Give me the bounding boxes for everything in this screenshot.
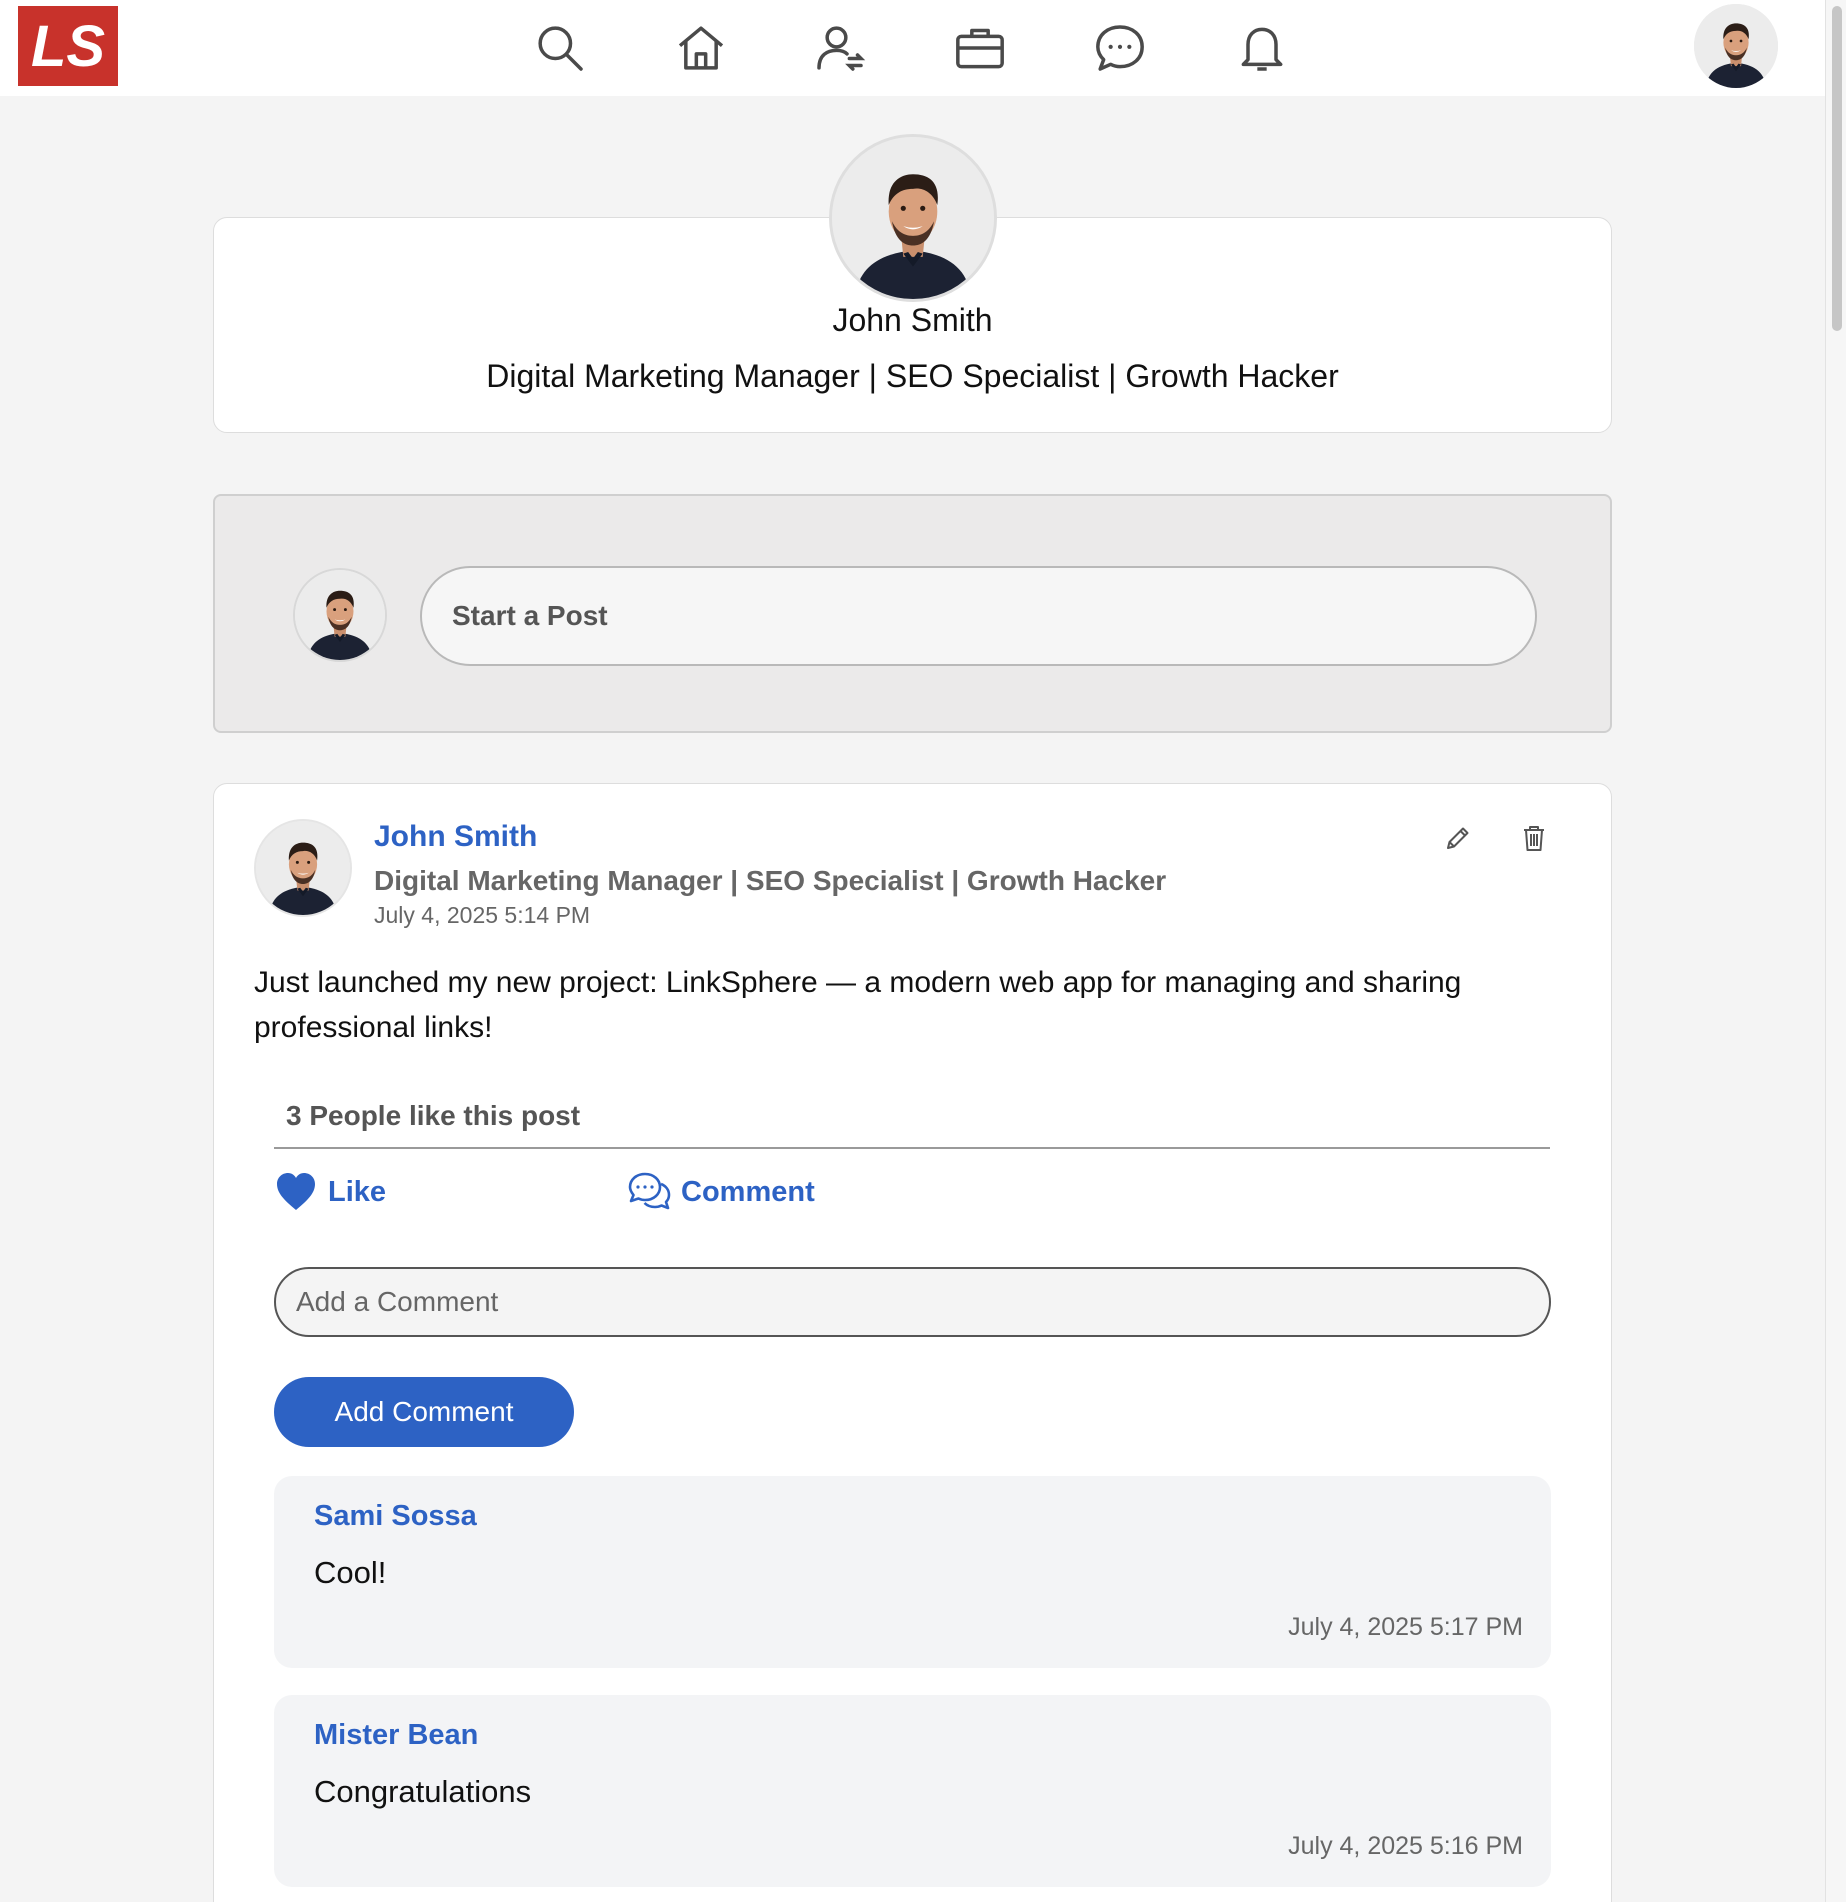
post-body-text: Just launched my new project: LinkSphere…: [254, 966, 1462, 1044]
search-icon[interactable]: [528, 16, 592, 80]
comment-input[interactable]: [274, 1267, 1551, 1337]
heart-icon: [277, 1173, 315, 1210]
profile-photo[interactable]: [829, 134, 997, 302]
like-label: Like: [328, 1175, 387, 1208]
comment-icon: [628, 1172, 671, 1210]
notifications-icon[interactable]: [1230, 16, 1294, 80]
scrollbar-thumb[interactable]: [1832, 6, 1842, 331]
comment-item: Sami Sossa Cool! July 4, 2025 5:17 PM: [274, 1476, 1551, 1668]
linksphere-logo[interactable]: LS: [18, 6, 118, 86]
home-icon[interactable]: [669, 16, 733, 80]
post-author-avatar[interactable]: [254, 819, 352, 917]
edit-icon[interactable]: [1436, 816, 1480, 860]
scrollbar[interactable]: [1825, 0, 1846, 1902]
comment-text: Congratulations: [314, 1774, 532, 1809]
post-author-headline: Digital Marketing Manager | SEO Speciali…: [374, 865, 1167, 896]
post-divider: [274, 1147, 1550, 1149]
comment-author[interactable]: Mister Bean: [314, 1719, 478, 1752]
post-composer: Start a Post: [213, 494, 1612, 733]
post-author-name[interactable]: John Smith: [374, 820, 537, 854]
comment-timestamp: July 4, 2025 5:16 PM: [1288, 1832, 1523, 1860]
comment-label: Comment: [681, 1175, 815, 1208]
comment-button[interactable]: Comment: [627, 1170, 815, 1214]
post-card: John Smith Digital Marketing Manager | S…: [213, 783, 1612, 1902]
profile-headline: Digital Marketing Manager | SEO Speciali…: [486, 358, 1339, 394]
svg-text:LS: LS: [31, 14, 105, 79]
add-comment-button[interactable]: Add Comment: [274, 1377, 574, 1447]
jobs-icon[interactable]: [948, 16, 1012, 80]
top-navbar: LS: [0, 0, 1825, 96]
logo-icon: LS: [18, 6, 118, 86]
likes-count[interactable]: 3 People like this post: [286, 1100, 580, 1132]
user-avatar-menu[interactable]: [1694, 4, 1778, 88]
composer-avatar: [293, 568, 387, 662]
network-icon[interactable]: [808, 16, 872, 80]
like-button[interactable]: Like: [274, 1170, 386, 1214]
comment-timestamp: July 4, 2025 5:17 PM: [1288, 1613, 1523, 1641]
profile-name: John Smith: [832, 302, 993, 338]
start-post-button[interactable]: Start a Post: [420, 566, 1537, 666]
post-timestamp: July 4, 2025 5:14 PM: [374, 902, 591, 928]
messaging-icon[interactable]: [1088, 16, 1152, 80]
comment-author[interactable]: Sami Sossa: [314, 1500, 477, 1533]
comment-item: Mister Bean Congratulations July 4, 2025…: [274, 1695, 1551, 1887]
delete-icon[interactable]: [1512, 816, 1556, 860]
comment-text: Cool!: [314, 1555, 387, 1590]
